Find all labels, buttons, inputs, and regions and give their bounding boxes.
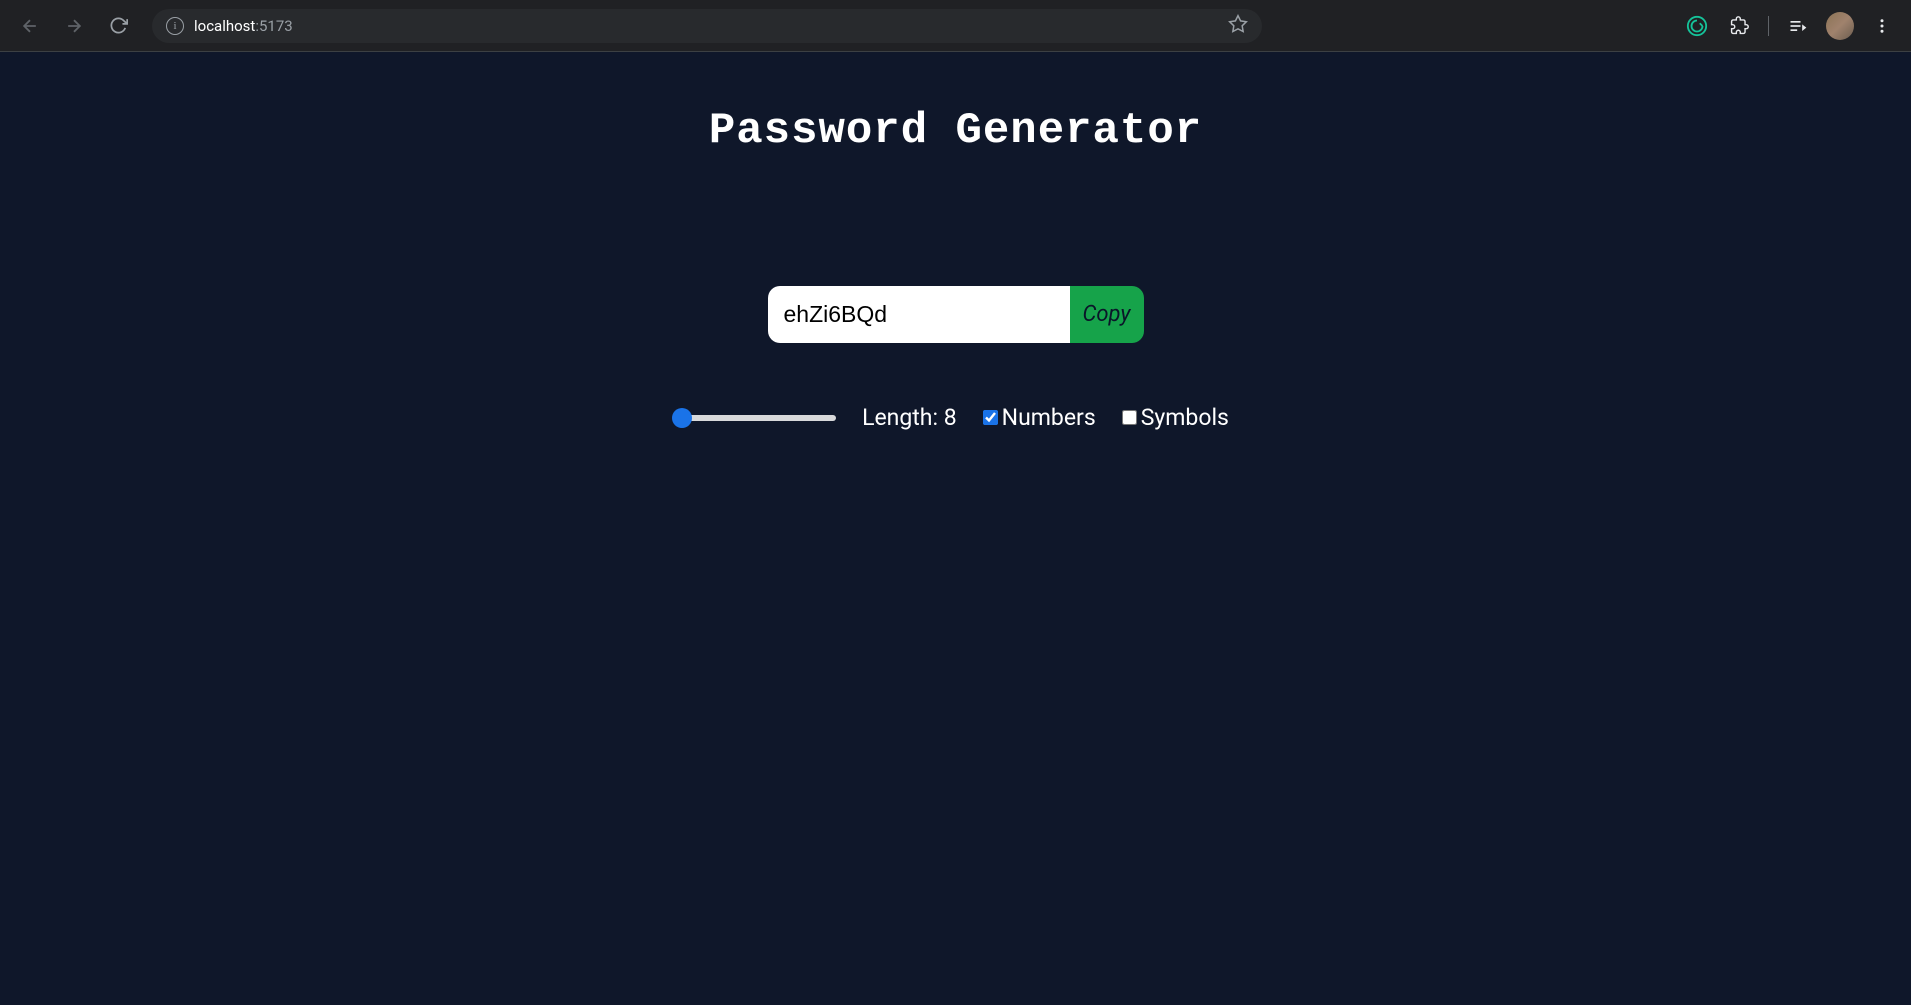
numbers-checkbox[interactable] [983,410,998,425]
grammarly-icon[interactable] [1680,9,1714,43]
site-info-icon[interactable]: i [166,17,184,35]
url-port: :5173 [255,17,292,35]
symbols-checkbox[interactable] [1122,410,1137,425]
toolbar-divider [1768,16,1769,36]
page-content: Password Generator Copy Length: 8 Number… [0,52,1911,1005]
length-label-prefix: Length: [862,404,944,431]
length-value: 8 [944,404,957,431]
media-control-icon[interactable] [1781,9,1815,43]
copy-button[interactable]: Copy [1070,286,1144,343]
url-text: localhost:5173 [194,17,1218,35]
numbers-checkbox-group: Numbers [983,404,1096,431]
page-title: Password Generator [709,106,1202,156]
url-host: localhost [194,17,255,35]
controls-row: Length: 8 Numbers Symbols [682,404,1229,431]
profile-avatar[interactable] [1823,9,1857,43]
length-label: Length: 8 [862,404,957,431]
symbols-checkbox-group: Symbols [1122,404,1229,431]
symbols-label[interactable]: Symbols [1141,404,1229,431]
url-bar[interactable]: i localhost:5173 [152,9,1262,43]
password-row: Copy [768,286,1144,343]
browser-toolbar: i localhost:5173 [0,0,1911,52]
toolbar-icons [1680,9,1899,43]
menu-icon[interactable] [1865,9,1899,43]
back-button[interactable] [12,8,48,44]
length-slider[interactable] [682,415,836,421]
forward-button[interactable] [56,8,92,44]
extensions-icon[interactable] [1722,9,1756,43]
reload-button[interactable] [100,8,136,44]
avatar [1826,12,1854,40]
password-input[interactable] [768,286,1070,343]
bookmark-star-icon[interactable] [1228,14,1248,38]
numbers-label[interactable]: Numbers [1002,404,1096,431]
